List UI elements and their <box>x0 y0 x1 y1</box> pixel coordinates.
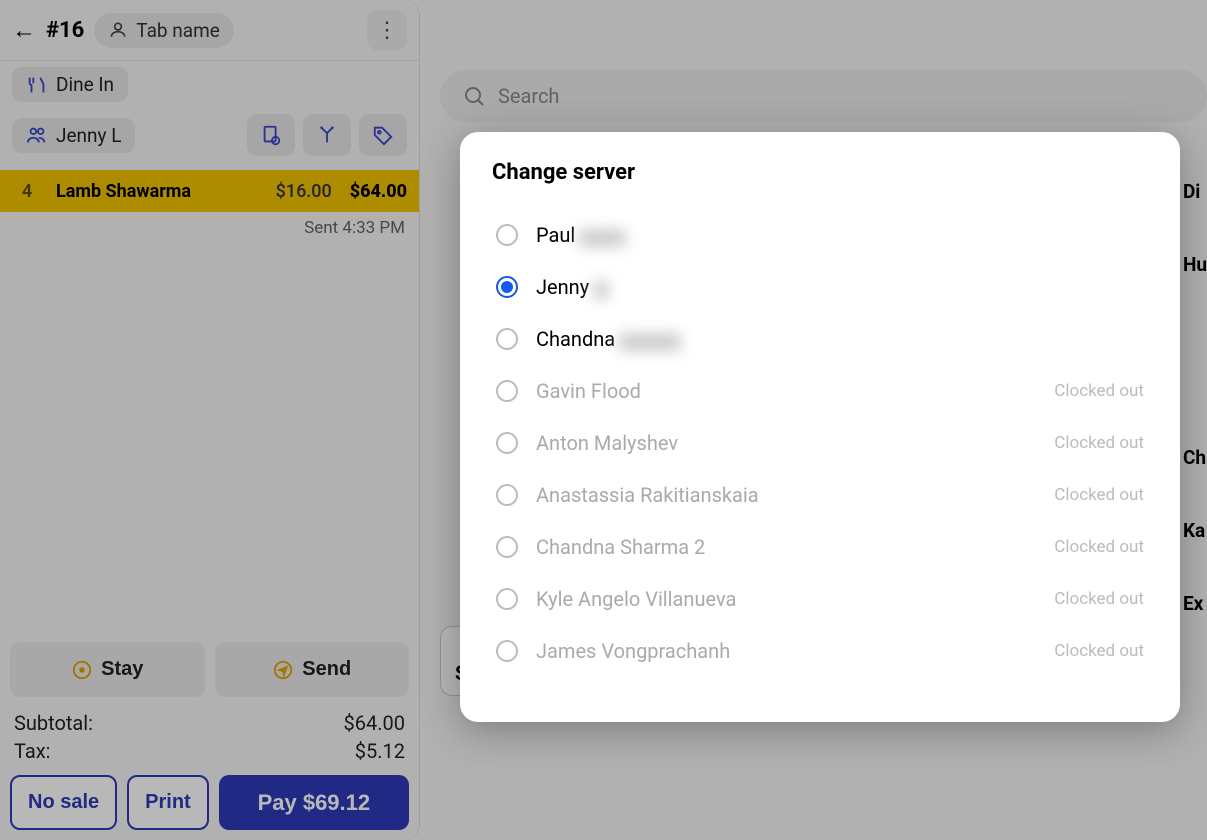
server-option-name: Gavin Flood <box>536 379 641 403</box>
server-status-label: Clocked out <box>1054 433 1144 453</box>
radio-icon <box>496 328 518 350</box>
server-option[interactable]: Paul▆▆▆ <box>492 209 1148 261</box>
server-option-name: Anastassia Rakitianskaia <box>536 483 759 507</box>
radio-icon <box>496 640 518 662</box>
server-option[interactable]: Jenny▆ <box>492 261 1148 313</box>
radio-icon <box>496 588 518 610</box>
server-option[interactable]: James Vongprachanh Clocked out <box>492 625 1148 677</box>
server-option[interactable]: Gavin Flood Clocked out <box>492 365 1148 417</box>
server-option[interactable]: Kyle Angelo Villanueva Clocked out <box>492 573 1148 625</box>
change-server-modal: Change server Paul▆▆▆ Jenny▆ Chandna▆▆▆▆ Ga… <box>460 132 1180 722</box>
radio-icon <box>496 432 518 454</box>
radio-icon <box>496 224 518 246</box>
modal-overlay[interactable]: Change server Paul▆▆▆ Jenny▆ Chandna▆▆▆▆ Ga… <box>0 0 1207 840</box>
modal-title: Change server <box>492 160 1148 185</box>
server-option-name: Chandna Sharma 2 <box>536 535 705 559</box>
server-status-label: Clocked out <box>1054 485 1144 505</box>
radio-icon <box>496 380 518 402</box>
server-option[interactable]: Chandna▆▆▆▆ <box>492 313 1148 365</box>
server-option[interactable]: Anton Malyshev Clocked out <box>492 417 1148 469</box>
radio-icon <box>496 276 518 298</box>
server-status-label: Clocked out <box>1054 641 1144 661</box>
server-option[interactable]: Chandna Sharma 2 Clocked out <box>492 521 1148 573</box>
server-option-name: James Vongprachanh <box>536 639 730 663</box>
radio-icon <box>496 484 518 506</box>
server-option-name: Paul▆▆▆ <box>536 223 625 247</box>
server-status-label: Clocked out <box>1054 537 1144 557</box>
server-option-name: Kyle Angelo Villanueva <box>536 587 736 611</box>
server-option[interactable]: Anastassia Rakitianskaia Clocked out <box>492 469 1148 521</box>
server-list: Paul▆▆▆ Jenny▆ Chandna▆▆▆▆ Gavin Flood Clock… <box>492 209 1148 677</box>
server-status-label: Clocked out <box>1054 589 1144 609</box>
server-option-name: Anton Malyshev <box>536 431 678 455</box>
server-option-name: Jenny▆ <box>536 275 609 299</box>
server-status-label: Clocked out <box>1054 381 1144 401</box>
radio-icon <box>496 536 518 558</box>
server-option-name: Chandna▆▆▆▆ <box>536 327 681 351</box>
